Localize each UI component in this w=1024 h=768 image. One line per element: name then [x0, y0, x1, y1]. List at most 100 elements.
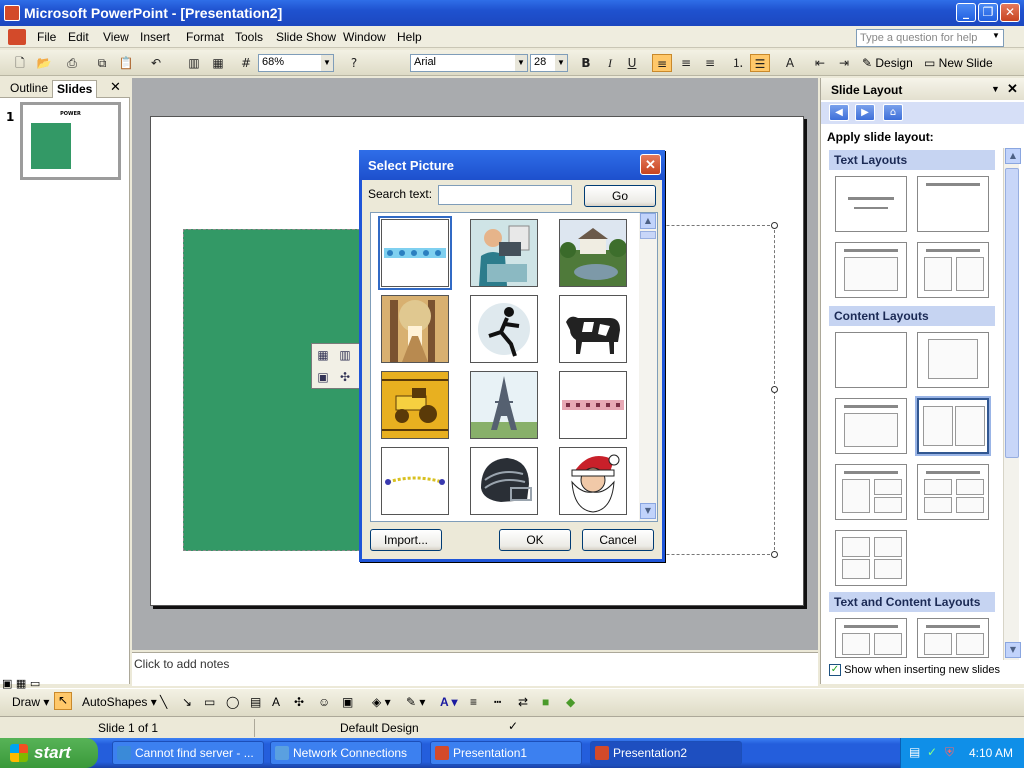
help-search-input[interactable]: Type a question for help ▼ — [856, 29, 1004, 47]
resize-handle[interactable] — [771, 551, 778, 558]
clip-border-blue[interactable] — [378, 216, 452, 290]
underline-button[interactable]: U — [622, 54, 642, 72]
clipart-icon[interactable]: ☺ — [318, 695, 330, 709]
slide-thumbnail[interactable]: POWER — [20, 102, 121, 180]
clip-running-figure[interactable] — [470, 295, 538, 363]
layout-title-content[interactable] — [835, 398, 907, 454]
insert-chart-icon[interactable]: ▥ — [337, 347, 353, 363]
import-button[interactable]: Import... — [370, 529, 442, 551]
scroll-up-arrow-icon[interactable]: ▲ — [1005, 148, 1021, 164]
task-browser[interactable]: Cannot find server - ... — [112, 741, 264, 765]
font-combo[interactable]: Arial ▼ — [410, 54, 528, 72]
scroll-down-arrow-icon[interactable]: ▼ — [640, 503, 656, 519]
numbering-icon[interactable]: ⒈ — [728, 54, 748, 72]
spelling-icon[interactable]: ✓ — [508, 719, 518, 733]
clip-businessman[interactable] — [470, 219, 538, 287]
layout-four-content[interactable] — [835, 530, 907, 586]
layout-title-slide[interactable] — [835, 176, 907, 232]
scroll-up-arrow-icon[interactable]: ▲ — [640, 213, 656, 229]
arrow-icon[interactable]: ↘ — [182, 695, 192, 709]
oval-icon[interactable]: ◯ — [226, 695, 239, 709]
scroll-down-arrow-icon[interactable]: ▼ — [1005, 642, 1021, 658]
insert-diagram-icon[interactable]: ✣ — [337, 369, 353, 385]
open-icon[interactable]: 📂 — [34, 54, 54, 72]
home-icon[interactable]: ⌂ — [883, 104, 903, 121]
paste-icon[interactable]: 📋 — [116, 54, 136, 72]
decrease-indent-icon[interactable]: ⇤ — [810, 54, 830, 72]
menu-help[interactable]: Help — [397, 30, 422, 44]
menu-insert[interactable]: Insert — [140, 30, 170, 44]
undo-icon[interactable]: ↶ — [146, 54, 166, 72]
line-color-icon[interactable]: ✎ ▾ — [406, 695, 425, 709]
layout-content[interactable] — [917, 332, 989, 388]
layout-two-content[interactable] — [915, 396, 991, 456]
new-slide-button[interactable]: ▭ New Slide — [924, 56, 993, 70]
layout-content-four[interactable] — [917, 464, 989, 520]
autoshapes-menu[interactable]: AutoShapes ▾ — [82, 695, 157, 709]
print-icon[interactable]: ⎙ — [62, 54, 82, 72]
draw-menu[interactable]: Draw ▾ — [12, 695, 49, 709]
clip-tractor[interactable] — [381, 371, 449, 439]
layout-two-column-text[interactable] — [917, 242, 989, 298]
layout-title-only[interactable] — [917, 176, 989, 232]
forward-arrow-icon[interactable]: ▶ — [855, 104, 875, 121]
menu-view[interactable]: View — [103, 30, 129, 44]
close-window-button[interactable]: ✕ — [1000, 3, 1020, 22]
line-style-icon[interactable]: ≡ — [470, 695, 477, 709]
layout-text-content-right[interactable] — [917, 618, 989, 658]
menu-slide-show[interactable]: Slide Show — [276, 30, 336, 44]
font-color-icon[interactable]: A ▾ — [440, 695, 458, 709]
picture-icon[interactable]: ▣ — [342, 695, 353, 709]
menu-file[interactable]: File — [37, 30, 56, 44]
layout-content-three[interactable] — [835, 464, 907, 520]
table-icon[interactable]: ▦ — [208, 54, 228, 72]
bold-button[interactable]: B — [576, 54, 596, 72]
slide-sorter-icon[interactable]: ▦ — [16, 677, 26, 690]
scroll-thumb[interactable] — [1005, 168, 1019, 458]
rectangle-icon[interactable]: ▭ — [204, 695, 215, 709]
clip-border-pink[interactable] — [559, 371, 627, 439]
menu-edit[interactable]: Edit — [68, 30, 89, 44]
ok-button[interactable]: OK — [499, 529, 571, 551]
scroll-thumb[interactable] — [640, 231, 656, 239]
task-presentation1[interactable]: Presentation1 — [430, 741, 582, 765]
textbox-icon[interactable]: ▤ — [250, 695, 261, 709]
clip-football-helmet[interactable] — [470, 447, 538, 515]
increase-indent-icon[interactable]: ⇥ — [834, 54, 854, 72]
font-size-combo[interactable]: 28 ▼ — [530, 54, 568, 72]
zoom-combo[interactable]: 68% ▼ — [258, 54, 334, 72]
bullets-icon[interactable]: ☰ — [750, 54, 770, 72]
chevron-down-icon[interactable]: ▼ — [515, 55, 527, 71]
go-button[interactable]: Go — [584, 185, 656, 207]
chart-icon[interactable]: ▥ — [184, 54, 204, 72]
chevron-down-icon[interactable]: ▼ — [555, 55, 567, 71]
minimize-button[interactable]: _ — [956, 3, 976, 22]
green-rectangle[interactable] — [183, 229, 365, 551]
align-left-icon[interactable]: ≡ — [652, 54, 672, 72]
new-icon[interactable]: 🗋 — [10, 54, 30, 72]
network-tray-icon[interactable]: ▤ — [909, 745, 920, 759]
clip-forest-path[interactable] — [381, 295, 449, 363]
task-presentation2[interactable]: Presentation2 — [590, 741, 742, 765]
clip-cow[interactable] — [559, 295, 627, 363]
task-pane-scrollbar[interactable]: ▲ ▼ — [1003, 148, 1021, 660]
design-button[interactable]: ✎ Design — [862, 56, 913, 70]
diagram-icon[interactable]: ✣ — [294, 695, 304, 709]
shadow-style-icon[interactable]: ■ — [542, 695, 549, 709]
chevron-down-icon[interactable]: ▼ — [990, 31, 1002, 45]
grid-icon[interactable]: # — [236, 54, 256, 72]
notes-pane[interactable]: Click to add notes — [132, 652, 818, 686]
slide-show-icon[interactable]: ▭ — [30, 677, 40, 690]
tab-outline[interactable]: Outline — [6, 80, 52, 98]
menu-window[interactable]: Window — [343, 30, 386, 44]
resize-handle[interactable] — [771, 222, 778, 229]
dash-style-icon[interactable]: ┅ — [494, 695, 501, 709]
chevron-down-icon[interactable]: ▼ — [321, 55, 333, 71]
close-icon[interactable]: ✕ — [110, 80, 121, 95]
checkmark-icon[interactable]: ✓ — [829, 664, 841, 677]
select-pointer-icon[interactable]: ↖ — [54, 692, 72, 710]
dialog-close-button[interactable]: ✕ — [640, 154, 661, 175]
menu-tools[interactable]: Tools — [235, 30, 263, 44]
3d-style-icon[interactable]: ◆ — [566, 695, 575, 709]
insert-table-icon[interactable]: ▦ — [315, 347, 331, 363]
